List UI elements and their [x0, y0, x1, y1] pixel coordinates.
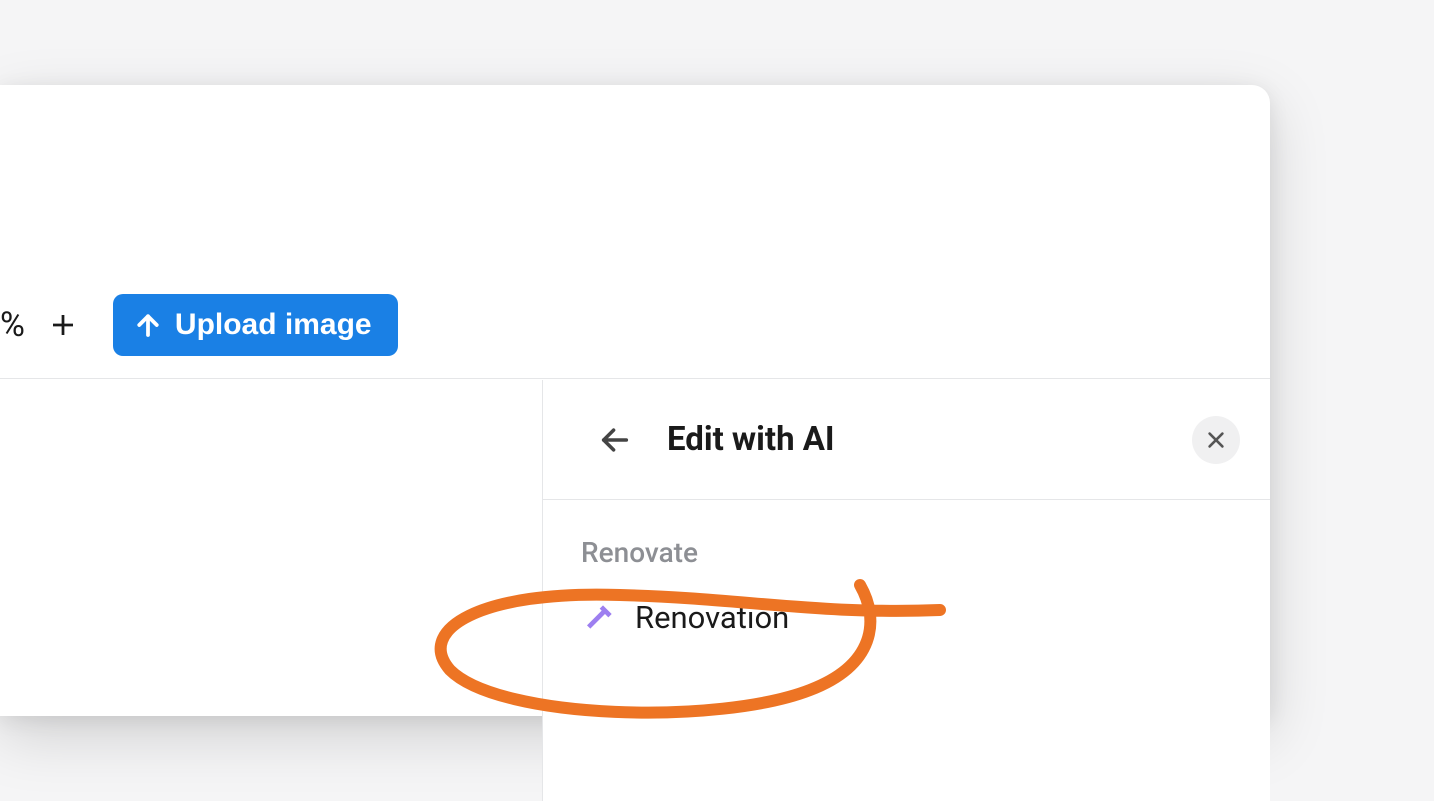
hammer-icon — [585, 602, 617, 634]
panel-title: Edit with AI — [667, 420, 1162, 459]
toolbar: % Upload image — [0, 85, 1270, 379]
arrow-left-icon — [598, 423, 632, 457]
edit-with-ai-panel: Edit with AI Renovate Renovation — [542, 380, 1270, 801]
app-window: % Upload image — [0, 85, 1270, 716]
zoom-percent-fragment: % — [0, 305, 25, 345]
upload-image-button[interactable]: Upload image — [113, 294, 398, 356]
panel-body: Renovate Renovation — [543, 500, 1270, 644]
zoom-in-button[interactable] — [41, 303, 85, 347]
upload-button-label: Upload image — [175, 308, 372, 342]
toolbar-left-fragment: % Upload image — [0, 294, 398, 356]
plus-icon — [48, 310, 78, 340]
panel-header: Edit with AI — [543, 380, 1270, 500]
close-button[interactable] — [1192, 416, 1240, 464]
menu-item-renovation[interactable]: Renovation — [581, 591, 1232, 644]
section-label-renovate: Renovate — [581, 536, 1232, 569]
close-icon — [1205, 429, 1227, 451]
menu-item-label: Renovation — [635, 599, 789, 636]
arrow-up-icon — [133, 310, 163, 340]
back-button[interactable] — [593, 418, 637, 462]
